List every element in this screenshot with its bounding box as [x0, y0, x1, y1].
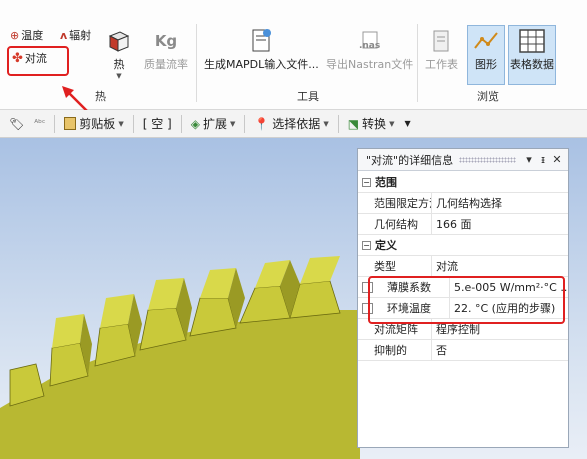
tools-group-label: 工具 [297, 90, 319, 103]
collapse-icon[interactable]: − [362, 177, 371, 187]
select-by-button[interactable]: 📍 选择依据 ▼ [251, 113, 331, 134]
property-name: 抑制的 [358, 340, 432, 360]
select-by-label: 选择依据 [272, 117, 321, 131]
property-name: 几何结构 [358, 214, 432, 234]
generate-mapdl-button[interactable]: 生成MAPDL输入文件... [204, 26, 319, 72]
section-definition-label: 定义 [375, 239, 397, 252]
extend-button[interactable]: ◈ 扩展 ▼ [188, 113, 239, 134]
mass-flow-kg-icon: Kg [154, 32, 178, 50]
radiation-icon: ʌ [60, 28, 68, 42]
ribbon: ⊕ 温度 ʌ 辐射 ✤ 对流 热 ▼ Kg 质量流率 热 生成MAPDL输入文件… [0, 0, 587, 119]
heat-label: 热 [113, 58, 125, 71]
nas-tag: .nas [358, 41, 381, 51]
heat-cube-icon [104, 26, 134, 56]
clipboard-icon [64, 117, 77, 130]
table-grid-icon [517, 26, 547, 56]
properties-table: −范围 范围限定方法 几何结构选择 几何结构 166 面 −定义 类型 对流 薄… [358, 172, 568, 361]
close-icon[interactable]: ✕ [550, 153, 564, 166]
extend-label: 扩展 [202, 117, 227, 131]
heat-dropdown-icon: ▼ [116, 72, 122, 80]
abc-icon[interactable]: ᴬᵇᶜ [31, 117, 48, 131]
graphics-label: 图形 [475, 58, 497, 71]
nastran-file-icon: .nas [355, 26, 385, 56]
details-panel-header: "对流"的详细信息 ▾ ᵻ ✕ [358, 149, 568, 171]
details-panel-title: "对流"的详细信息 [366, 153, 454, 167]
collapse-icon[interactable]: − [362, 240, 371, 250]
pin-icon[interactable]: ᵻ [536, 153, 550, 166]
clipboard-button[interactable]: 剪贴板 ▼ [61, 113, 126, 134]
empty-selection-button[interactable]: [ 空 ] [140, 113, 175, 134]
temperature-button[interactable]: ⊕ 温度 [10, 27, 43, 43]
radiation-label: 辐射 [69, 29, 92, 42]
convert-icon: ⬔ [347, 116, 360, 131]
chevron-down-icon: ▼ [118, 119, 124, 128]
film-coefficient-highlight-box [368, 276, 565, 324]
tabular-data-button[interactable]: 表格数据 [508, 25, 556, 85]
convection-highlight-box [7, 46, 69, 76]
toolbar-overflow-icon[interactable]: ▼ [401, 117, 413, 130]
radiation-button[interactable]: ʌ 辐射 [60, 27, 91, 43]
export-nastran-button[interactable]: .nas 导出Nastran文件 [326, 26, 413, 72]
property-name: 范围限定方法 [358, 193, 432, 213]
export-nastran-label: 导出Nastran文件 [326, 58, 414, 71]
chevron-down-icon: ▼ [323, 119, 329, 128]
document-gear-icon [246, 26, 276, 56]
section-scope-label: 范围 [375, 176, 397, 189]
browse-group-label: 浏览 [477, 90, 499, 103]
tabular-data-label: 表格数据 [510, 58, 554, 71]
pin-icon: 📍 [254, 116, 270, 131]
table-row[interactable]: 几何结构 166 面 [358, 214, 568, 235]
convert-label: 转换 [362, 117, 387, 131]
extend-cube-icon: ◈ [190, 116, 200, 131]
heat-button[interactable]: 热 ▼ [104, 26, 134, 80]
graphics-chart-icon [471, 26, 501, 56]
clipboard-label: 剪贴板 [79, 117, 116, 131]
worksheet-button[interactable]: 工作表 [425, 26, 458, 72]
graphics-button[interactable]: 图形 [467, 25, 505, 85]
worksheet-label: 工作表 [425, 58, 458, 71]
chevron-down-icon: ▼ [389, 119, 395, 128]
temperature-icon: ⊕ [10, 28, 20, 42]
property-value[interactable]: 否 [432, 340, 568, 360]
mass-flow-button[interactable]: Kg 质量流率 [144, 26, 188, 72]
temperature-label: 温度 [21, 29, 44, 42]
table-row[interactable]: 类型 对流 [358, 256, 568, 277]
generate-mapdl-label: 生成MAPDL输入文件... [204, 58, 319, 71]
panel-menu-icon[interactable]: ▾ [522, 153, 536, 166]
property-value[interactable]: 几何结构选择 [432, 193, 568, 213]
property-value[interactable]: 166 面 [432, 214, 568, 234]
graphics-toolbar: 🏷 ᴬᵇᶜ 剪贴板 ▼ [ 空 ] ◈ 扩展 ▼ 📍 选择依据 ▼ ⬔ 转换 ▼… [0, 110, 587, 138]
section-definition[interactable]: − 定义 [358, 235, 568, 256]
property-name: 类型 [358, 256, 432, 276]
mass-flow-label: 质量流率 [144, 58, 188, 71]
table-row[interactable]: 范围限定方法 几何结构选择 [358, 193, 568, 214]
property-value[interactable]: 对流 [432, 256, 568, 276]
tag-icon[interactable]: 🏷 [6, 115, 27, 133]
convert-button[interactable]: ⬔ 转换 ▼ [345, 113, 398, 134]
table-row[interactable]: 抑制的 否 [358, 340, 568, 361]
worksheet-icon [427, 26, 457, 56]
chevron-down-icon: ▼ [229, 119, 236, 128]
section-scope[interactable]: − 范围 [358, 172, 568, 193]
